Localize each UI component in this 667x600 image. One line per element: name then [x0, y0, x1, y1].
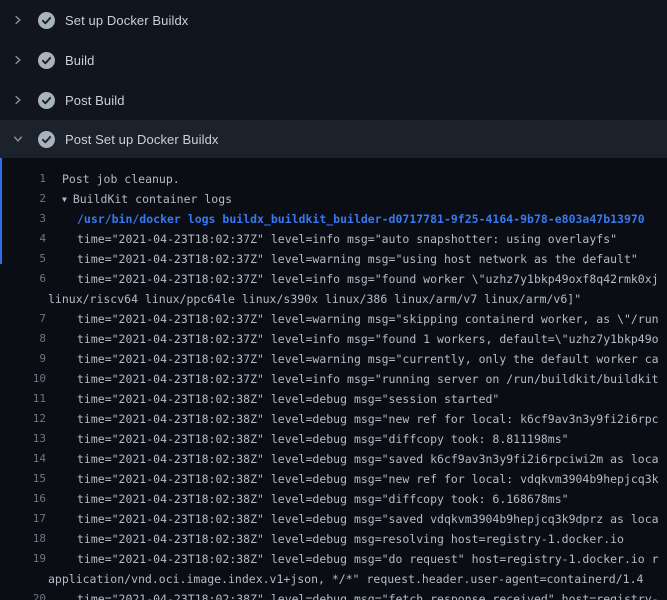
log-line-text: ▼application/vnd.oci.image.index.v1+json… [46, 569, 643, 589]
step-title: Post Build [65, 93, 125, 108]
check-circle-icon [38, 52, 55, 69]
log-line-number[interactable]: 6 [0, 269, 46, 289]
log-line-text: ▼time="2021-04-23T18:02:37Z" level=info … [46, 229, 617, 249]
log-line-number[interactable]: 3 [0, 209, 46, 229]
log-line: 19 ▼time="2021-04-23T18:02:38Z" level=de… [0, 549, 667, 569]
log-line: 3 ▼/usr/bin/docker logs buildx_buildkit_… [0, 209, 667, 229]
log-line-text: ▼time="2021-04-23T18:02:38Z" level=debug… [46, 509, 659, 529]
log-line: 20 ▼time="2021-04-23T18:02:38Z" level=de… [0, 589, 667, 600]
log-line: 2 ▼BuildKit container logs [0, 189, 667, 209]
log-line-number[interactable]: 4 [0, 229, 46, 249]
chevron-right-icon[interactable] [12, 94, 24, 106]
log-line-text[interactable]: ▼BuildKit container logs [46, 189, 232, 209]
log-line: 5 ▼time="2021-04-23T18:02:37Z" level=war… [0, 249, 667, 269]
log-line: 16 ▼time="2021-04-23T18:02:38Z" level=de… [0, 489, 667, 509]
log-line: 17 ▼time="2021-04-23T18:02:38Z" level=de… [0, 509, 667, 529]
step-title: Set up Docker Buildx [65, 13, 188, 28]
log-line: 6 ▼time="2021-04-23T18:02:37Z" level=inf… [0, 269, 667, 289]
check-circle-icon [38, 92, 55, 109]
chevron-right-icon[interactable] [12, 54, 24, 66]
log-line-text: ▼time="2021-04-23T18:02:37Z" level=info … [46, 329, 659, 349]
log-line-number[interactable]: 18 [0, 529, 46, 549]
log-line-text: ▼time="2021-04-23T18:02:38Z" level=debug… [46, 529, 624, 549]
log-line: ▼linux/riscv64 linux/ppc64le linux/s390x… [0, 289, 667, 309]
log-line: 18 ▼time="2021-04-23T18:02:38Z" level=de… [0, 529, 667, 549]
log-line: 8 ▼time="2021-04-23T18:02:37Z" level=inf… [0, 329, 667, 349]
scroll-position-indicator [0, 158, 2, 264]
log-line: 14 ▼time="2021-04-23T18:02:38Z" level=de… [0, 449, 667, 469]
log-line-text: ▼time="2021-04-23T18:02:38Z" level=debug… [46, 549, 659, 569]
log-line-number[interactable]: 13 [0, 429, 46, 449]
log-line: 4 ▼time="2021-04-23T18:02:37Z" level=inf… [0, 229, 667, 249]
actions-log-viewer: Set up Docker Buildx Build Post Buil [0, 0, 667, 600]
log-line-number[interactable] [0, 289, 46, 309]
log-line-text: ▼time="2021-04-23T18:02:38Z" level=debug… [46, 409, 659, 429]
log-line-text: ▼time="2021-04-23T18:02:37Z" level=warni… [46, 249, 638, 269]
log-line-text: ▼time="2021-04-23T18:02:37Z" level=warni… [46, 309, 659, 329]
log-line-text: ▼time="2021-04-23T18:02:38Z" level=debug… [46, 489, 569, 509]
step-title: Build [65, 53, 94, 68]
log-line-number[interactable]: 9 [0, 349, 46, 369]
check-circle-icon [38, 131, 55, 148]
steps-list: Set up Docker Buildx Build Post Buil [0, 0, 667, 158]
log-line-text: ▼time="2021-04-23T18:02:38Z" level=debug… [46, 449, 659, 469]
log-line: 12 ▼time="2021-04-23T18:02:38Z" level=de… [0, 409, 667, 429]
log-line: 1 ▼Post job cleanup. [0, 169, 667, 189]
log-line: 13 ▼time="2021-04-23T18:02:38Z" level=de… [0, 429, 667, 449]
log-line-text: ▼time="2021-04-23T18:02:37Z" level=info … [46, 369, 659, 389]
log-line: 9 ▼time="2021-04-23T18:02:37Z" level=war… [0, 349, 667, 369]
log-line-text: ▼time="2021-04-23T18:02:38Z" level=debug… [46, 469, 659, 489]
log-line-number[interactable]: 12 [0, 409, 46, 429]
triangle-down-icon[interactable]: ▼ [62, 190, 67, 209]
log-line-text: ▼Post job cleanup. [46, 169, 180, 189]
log-line-number[interactable]: 10 [0, 369, 46, 389]
log-line-text: ▼time="2021-04-23T18:02:37Z" level=info … [46, 269, 659, 289]
log-line: 11 ▼time="2021-04-23T18:02:38Z" level=de… [0, 389, 667, 409]
log-line-number[interactable]: 1 [0, 169, 46, 189]
step-row[interactable]: Post Build [0, 80, 667, 120]
log-line-number[interactable]: 20 [0, 589, 46, 600]
log-line-text: ▼time="2021-04-23T18:02:38Z" level=debug… [46, 389, 499, 409]
log-line-number[interactable]: 8 [0, 329, 46, 349]
log-line-number[interactable]: 7 [0, 309, 46, 329]
log-line: 7 ▼time="2021-04-23T18:02:37Z" level=war… [0, 309, 667, 329]
log-line-number[interactable]: 16 [0, 489, 46, 509]
log-line-text: ▼/usr/bin/docker logs buildx_buildkit_bu… [46, 209, 645, 229]
step-row[interactable]: Post Set up Docker Buildx [0, 120, 667, 158]
log-line-number[interactable]: 19 [0, 549, 46, 569]
log-line: 15 ▼time="2021-04-23T18:02:38Z" level=de… [0, 469, 667, 489]
log-lines: 1 ▼Post job cleanup. 2 ▼BuildKit contain… [0, 169, 667, 600]
log-panel: 1 ▼Post job cleanup. 2 ▼BuildKit contain… [0, 158, 667, 600]
step-title: Post Set up Docker Buildx [65, 132, 219, 147]
log-line-text: ▼linux/riscv64 linux/ppc64le linux/s390x… [46, 289, 581, 309]
step-row[interactable]: Set up Docker Buildx [0, 0, 667, 40]
chevron-down-icon[interactable] [12, 133, 24, 145]
log-line: 10 ▼time="2021-04-23T18:02:37Z" level=in… [0, 369, 667, 389]
log-line-text: ▼time="2021-04-23T18:02:37Z" level=warni… [46, 349, 659, 369]
log-line-number[interactable]: 2 [0, 189, 46, 209]
log-line-number[interactable] [0, 569, 46, 589]
chevron-right-icon[interactable] [12, 14, 24, 26]
check-circle-icon [38, 12, 55, 29]
log-line-text: ▼time="2021-04-23T18:02:38Z" level=debug… [46, 589, 659, 600]
log-line-number[interactable]: 17 [0, 509, 46, 529]
log-line-text: ▼time="2021-04-23T18:02:38Z" level=debug… [46, 429, 569, 449]
log-line: ▼application/vnd.oci.image.index.v1+json… [0, 569, 667, 589]
log-line-number[interactable]: 14 [0, 449, 46, 469]
log-line-number[interactable]: 5 [0, 249, 46, 269]
log-line-number[interactable]: 11 [0, 389, 46, 409]
step-row[interactable]: Build [0, 40, 667, 80]
log-line-number[interactable]: 15 [0, 469, 46, 489]
